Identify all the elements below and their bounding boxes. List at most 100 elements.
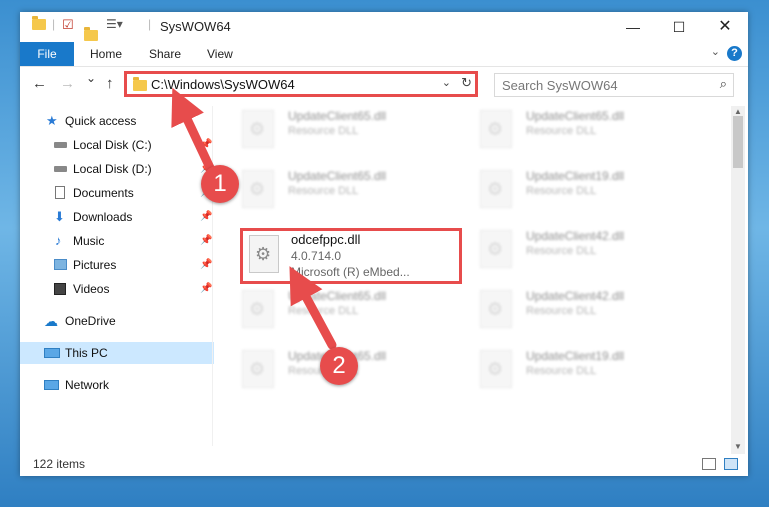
target-dll-item[interactable]: odcefppc.dll 4.0.714.0 Microsoft (R) eMb… <box>240 228 462 284</box>
tab-file[interactable]: File <box>20 42 74 66</box>
file-name: odcefppc.dll <box>291 232 361 247</box>
list-item[interactable]: UpdateClient65.dll Resource DLL <box>476 106 706 162</box>
dll-file-icon <box>242 290 274 328</box>
folder-icon <box>133 77 147 91</box>
file-description: Resource DLL <box>526 365 597 377</box>
back-button[interactable]: ← <box>32 75 47 92</box>
sidebar-item-label: This PC <box>65 346 108 360</box>
pin-icon: 📌 <box>200 283 213 294</box>
list-item[interactable]: UpdateClient65.dll Resource DLL <box>238 166 468 222</box>
network-icon <box>44 380 59 390</box>
file-description: Resource DLL <box>288 125 359 137</box>
maximize-button[interactable]: ☐ <box>656 12 702 42</box>
dll-file-icon <box>242 350 274 388</box>
file-name: UpdateClient65.dll <box>288 169 387 183</box>
sidebar-item-label: Pictures <box>73 258 117 272</box>
sidebar-item-quick-access[interactable]: ★ Quick access <box>20 110 214 132</box>
tab-share[interactable]: Share <box>149 42 181 66</box>
videos-icon <box>54 283 66 295</box>
file-name: UpdateClient19.dll <box>526 349 625 363</box>
refresh-icon[interactable]: ↻ <box>461 75 472 91</box>
chevron-down-icon[interactable]: ⌄ <box>442 76 451 89</box>
help-icon[interactable]: ? <box>727 46 742 61</box>
pin-icon: 📌 <box>200 259 213 270</box>
search-input[interactable]: Search SysWOW64 <box>502 78 618 93</box>
drive-icon <box>54 166 67 172</box>
sidebar-item-this-pc[interactable]: This PC <box>20 342 214 364</box>
separator: | <box>148 17 152 31</box>
scrollbar-thumb[interactable] <box>733 116 743 168</box>
properties-icon[interactable]: ☑ <box>62 17 74 33</box>
explorer-window: | ☑ ☰▾ | SysWOW64 — ☐ ✕ File Home Share … <box>20 12 748 476</box>
title-bar: | ☑ ☰▾ | SysWOW64 — ☐ ✕ <box>20 12 748 42</box>
list-item[interactable]: UpdateClient65.dll Resource DLL <box>238 106 468 162</box>
customize-toolbar-icon[interactable]: ☰▾ <box>106 17 123 31</box>
list-item[interactable]: UpdateClient42.dll Resource DLL <box>476 286 706 342</box>
forward-button[interactable]: → <box>60 75 75 92</box>
tab-home[interactable]: Home <box>90 42 122 66</box>
pin-icon: 📌 <box>200 211 213 222</box>
sidebar-item-pictures[interactable]: Pictures 📌 <box>20 254 214 276</box>
pin-icon: 📌 <box>200 139 213 150</box>
sidebar-item-videos[interactable]: Videos 📌 <box>20 278 214 300</box>
recent-locations-button[interactable]: ⌄ <box>86 71 96 85</box>
scroll-down-icon[interactable]: ▼ <box>734 442 742 451</box>
pin-icon: 📌 <box>200 235 213 246</box>
search-box[interactable]: Search SysWOW64 ⌕ <box>494 73 734 97</box>
expand-ribbon-icon[interactable]: ⌄ <box>711 45 720 58</box>
item-count: 122 items <box>33 457 86 471</box>
vertical-scrollbar[interactable]: ▲ ▼ <box>731 106 745 454</box>
address-bar[interactable]: C:\Windows\SysWOW64 ⌄ ↻ <box>126 73 478 97</box>
file-description: Resource DLL <box>526 125 597 137</box>
large-icons-view-icon[interactable] <box>724 458 738 470</box>
up-button[interactable]: ↑ <box>106 75 114 92</box>
sidebar-item-label: Quick access <box>65 114 137 128</box>
status-bar: 122 items <box>20 454 748 476</box>
dll-file-icon <box>242 170 274 208</box>
dll-file-icon <box>242 110 274 148</box>
sidebar-item-music[interactable]: ♪ Music 📌 <box>20 230 214 252</box>
sidebar-item-onedrive[interactable]: ☁ OneDrive <box>20 310 214 332</box>
navigation-pane: ★ Quick access Local Disk (C:) 📌 Local D… <box>20 106 214 446</box>
cloud-icon: ☁ <box>44 313 58 329</box>
sidebar-item-network[interactable]: Network <box>20 374 214 396</box>
downloads-icon: ⬇ <box>54 209 65 224</box>
drive-icon <box>54 142 67 148</box>
sidebar-item-label: Downloads <box>73 210 133 224</box>
file-description: Microsoft (R) eMbed... <box>291 265 410 279</box>
list-item[interactable]: UpdateClient42.dll Resource DLL <box>476 226 706 282</box>
star-icon: ★ <box>46 113 58 128</box>
file-name: UpdateClient65.dll <box>288 109 387 123</box>
sidebar-item-downloads[interactable]: ⬇ Downloads 📌 <box>20 206 214 228</box>
sidebar-item-label: Network <box>65 378 110 392</box>
minimize-button[interactable]: — <box>610 12 656 42</box>
sidebar-item-documents[interactable]: Documents 📌 <box>20 182 214 204</box>
address-path[interactable]: C:\Windows\SysWOW64 <box>151 77 295 92</box>
sidebar-item-label: OneDrive <box>65 314 116 328</box>
sidebar-item-local-disk-d[interactable]: Local Disk (D:) 📌 <box>20 158 214 180</box>
dll-file-icon <box>480 110 512 148</box>
tab-view[interactable]: View <box>207 42 233 66</box>
dll-file-icon <box>480 230 512 268</box>
file-name: UpdateClient42.dll <box>526 289 625 303</box>
scroll-up-icon[interactable]: ▲ <box>734 107 742 116</box>
folder-icon <box>32 16 46 30</box>
pictures-icon <box>54 259 67 270</box>
close-button[interactable]: ✕ <box>702 12 748 42</box>
new-folder-icon[interactable] <box>84 27 98 41</box>
details-view-icon[interactable] <box>702 458 716 470</box>
dll-file-icon <box>249 235 279 273</box>
dll-file-icon <box>480 350 512 388</box>
file-description: Resource DLL <box>526 305 597 317</box>
file-name: UpdateClient19.dll <box>526 169 625 183</box>
list-item[interactable]: UpdateClient19.dll Resource DLL <box>476 166 706 222</box>
sidebar-item-local-disk-c[interactable]: Local Disk (C:) 📌 <box>20 134 214 156</box>
documents-icon <box>55 186 65 199</box>
list-item[interactable]: UpdateClient65.dll Resource DLL <box>238 286 468 342</box>
pane-divider[interactable] <box>212 106 213 446</box>
list-item[interactable]: UpdateClient19.dll Resource DLL <box>476 346 706 402</box>
ribbon-tabs: File Home Share View ⌄ ? <box>20 42 748 67</box>
step-2-badge: 2 <box>320 347 358 385</box>
step-1-badge: 1 <box>201 165 239 203</box>
search-icon[interactable]: ⌕ <box>720 76 727 92</box>
